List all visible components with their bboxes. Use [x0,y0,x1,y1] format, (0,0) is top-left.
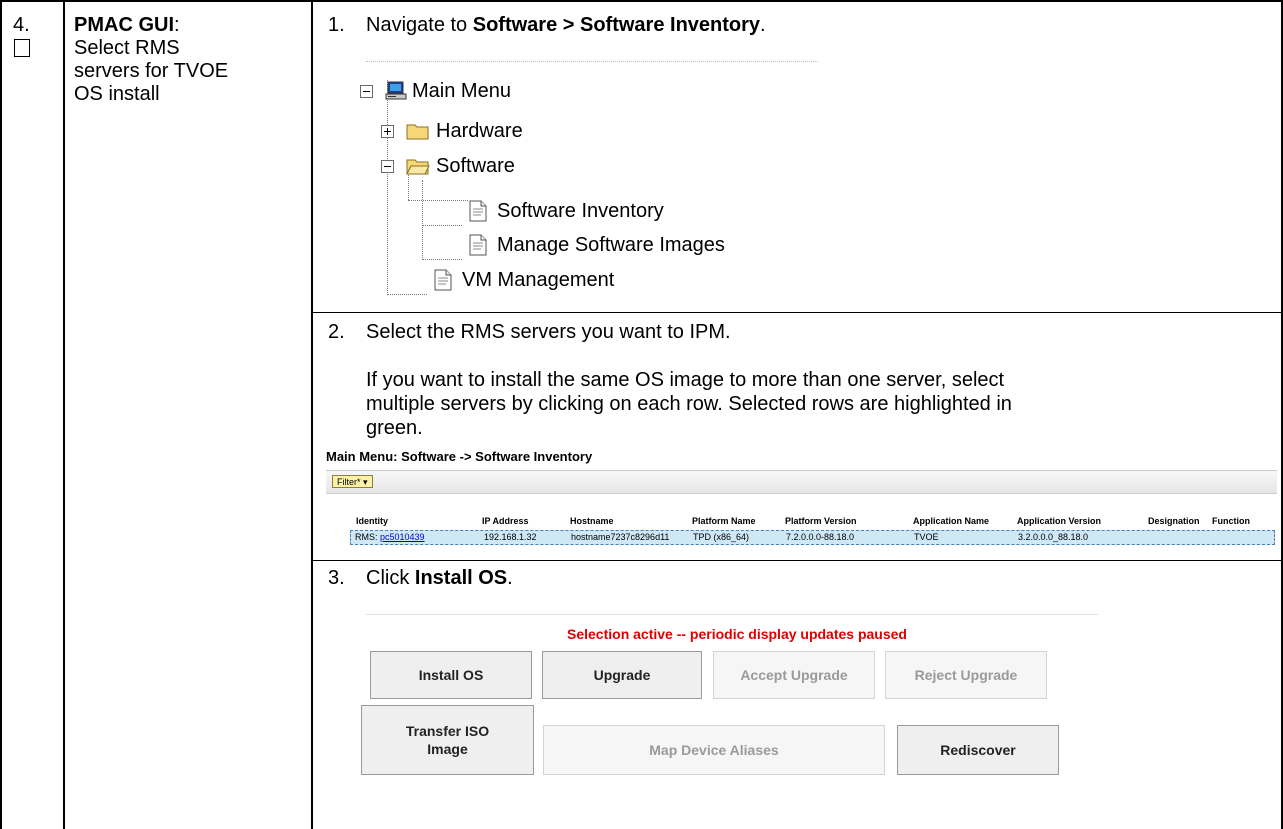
tree-connector [422,225,462,226]
instruction-1-bold: Software > Software Inventory [472,14,761,36]
instruction-1-end: . [760,14,766,36]
inventory-filter-bar: Filter* ▾ [326,470,1277,494]
tree-connector [422,259,462,260]
cell-ip-address: 192.168.1.32 [484,532,537,542]
filter-button[interactable]: Filter* ▾ [332,475,373,488]
transfer-iso-label-line-1: Transfer ISO [405,723,490,739]
actions-separator [366,614,1098,615]
inventory-title: Main Menu: Software -> Software Inventor… [326,449,593,464]
step-desc-line-1: Select RMS [74,37,180,59]
column-header-platform-name[interactable]: Platform Name [692,516,756,526]
rediscover-button[interactable]: Rediscover [897,725,1059,775]
inventory-table-header: Identity IP Address Hostname Platform Na… [330,516,1277,529]
cell-application-name: TVOE [914,532,939,542]
column-header-function[interactable]: Function [1212,516,1250,526]
column-header-application-name[interactable]: Application Name [913,516,989,526]
tree-separator [366,61,818,63]
column-header-identity[interactable]: Identity [356,516,388,526]
instruction-3-bold: Install OS [414,567,508,589]
computer-icon [385,81,407,101]
reject-upgrade-button[interactable]: Reject Upgrade [885,651,1047,699]
instruction-1-number: 1. [328,14,345,36]
row-divider [311,312,1283,313]
tree-node-software-inventory[interactable]: Software Inventory [468,196,664,226]
cell-platform-version: 7.2.0.0.0-88.18.0 [786,532,855,542]
chevron-down-icon: ▾ [363,477,368,487]
tree-label-software[interactable]: Software [436,155,515,178]
tree-label-hardware[interactable]: Hardware [436,120,523,143]
tree-label-manage-software-images[interactable]: Manage Software Images [497,234,725,257]
instruction-2-para-line-1: If you want to install the same OS image… [366,369,1005,391]
tree-label-software-inventory[interactable]: Software Inventory [497,200,664,223]
cell-identity: RMS: pc5010439 [355,532,425,542]
cell-application-version: 3.2.0.0.0_88.18.0 [1018,532,1089,542]
folder-closed-icon [406,121,430,141]
instruction-2: 2. Select the RMS servers you want to IPM… [328,321,731,344]
tree-connector [408,200,468,201]
instruction-3-end: . [507,567,513,589]
map-device-aliases-button[interactable]: Map Device Aliases [543,725,885,775]
selection-notice: Selection active -- periodic display upd… [567,626,907,642]
instruction-1: 1. Navigate to Software > Software Invent… [328,14,766,37]
instruction-3: 3. Click Install OS. [328,567,513,590]
step-title: PMAC GUI: Select RMS servers for TVOE OS… [74,14,304,106]
tree-label-main-menu[interactable]: Main Menu [412,80,511,103]
transfer-iso-label-line-2: Image [427,741,468,757]
column-divider-1 [63,0,65,829]
table-left-border [0,0,2,829]
accept-upgrade-button[interactable]: Accept Upgrade [713,651,875,699]
cell-hostname: hostname7237c8296d11 [571,532,670,542]
tree-node-manage-software-images[interactable]: Manage Software Images [468,230,725,260]
upgrade-button[interactable]: Upgrade [542,651,702,699]
document-icon [468,234,488,256]
transfer-iso-image-button[interactable]: Transfer ISO Image [361,705,534,775]
server-link[interactable]: pc5010439 [380,532,425,542]
step-desc-line-3: OS install [74,83,160,105]
document-icon [433,269,453,291]
collapse-icon[interactable] [360,84,373,98]
column-header-hostname[interactable]: Hostname [570,516,614,526]
step-checkbox[interactable] [14,39,30,57]
tree-node-vm-management[interactable]: VM Management [433,265,614,295]
document-icon [468,200,488,222]
instruction-2-number: 2. [328,321,345,343]
column-header-application-version[interactable]: Application Version [1017,516,1101,526]
folder-open-icon [406,156,430,176]
tree-connector [422,180,423,260]
tree-node-main-menu[interactable]: Main Menu [360,76,511,106]
tree-node-hardware[interactable]: Hardware [381,116,523,146]
expand-icon[interactable] [381,124,394,138]
instruction-1-text: Navigate to [366,14,473,36]
tree-connector [387,80,388,295]
column-header-ip-address[interactable]: IP Address [482,516,529,526]
tree-connector [387,294,427,295]
instruction-2-text: Select the RMS servers you want to IPM. [366,321,731,343]
column-divider-2 [311,0,313,829]
tree-label-vm-management[interactable]: VM Management [462,269,614,292]
step-title-bold: PMAC GUI [74,14,174,36]
instruction-2-para-line-3: green. [366,417,423,439]
column-header-platform-version[interactable]: Platform Version [785,516,857,526]
row-divider [311,560,1283,561]
step-number: 4. [13,14,30,36]
instruction-3-text: Click [366,567,415,589]
collapse-icon[interactable] [381,159,394,173]
column-header-designation[interactable]: Designation [1148,516,1200,526]
instruction-2-para-line-2: multiple servers by clicking on each row… [366,393,1012,415]
table-row[interactable]: RMS: pc5010439 192.168.1.32 hostname7237… [350,530,1275,545]
install-os-button[interactable]: Install OS [370,651,532,699]
filter-label: Filter* [337,477,361,487]
table-top-border [0,0,1283,2]
identity-prefix: RMS: [355,532,381,542]
instruction-3-number: 3. [328,567,345,589]
step-desc-line-2: servers for TVOE [74,60,229,82]
tree-node-software[interactable]: Software [381,151,515,181]
instruction-2-paragraph: If you want to install the same OS image… [366,368,1276,440]
cell-platform-name: TPD (x86_64) [693,532,750,542]
step-title-colon: : [174,14,180,36]
